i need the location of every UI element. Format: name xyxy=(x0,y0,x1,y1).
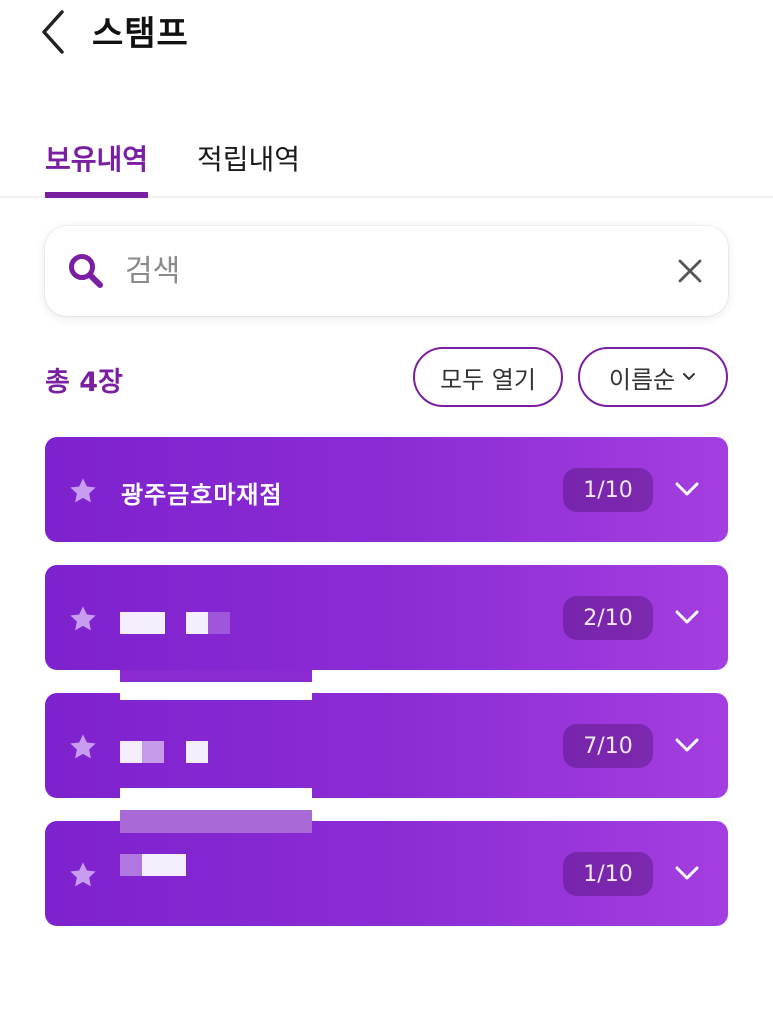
redaction-strip xyxy=(120,682,312,700)
search-input[interactable] xyxy=(125,246,665,296)
chevron-down-icon[interactable] xyxy=(673,861,701,885)
open-all-button[interactable]: 모두 열기 xyxy=(413,347,563,407)
clear-search-button[interactable] xyxy=(675,256,705,286)
stamp-count-badge: 2/10 xyxy=(563,596,653,640)
search-bar xyxy=(45,226,728,316)
tab-holdings[interactable]: 보유내역 xyxy=(45,138,149,198)
stamp-page: 스탬프 보유내역 적립내역 총 4장 모두 열기 이름순 xyxy=(0,0,773,1028)
header: 스탬프 xyxy=(0,0,773,70)
total-count: 총 4장 xyxy=(45,367,123,398)
redacted-name-block xyxy=(120,854,142,876)
stamp-card[interactable]: 광주금호마재점 1/10 xyxy=(45,437,728,542)
redacted-name-block xyxy=(142,741,164,763)
sort-label: 이름순 xyxy=(608,365,676,394)
back-button[interactable] xyxy=(30,6,74,56)
redacted-name-block xyxy=(142,854,186,876)
star-icon[interactable] xyxy=(67,731,99,763)
redacted-name-block xyxy=(120,612,165,634)
summary-row: 총 4장 모두 열기 이름순 xyxy=(0,345,773,409)
stamp-count-badge: 1/10 xyxy=(563,852,653,896)
store-name: 광주금호마재점 xyxy=(121,481,283,509)
redaction-strip xyxy=(120,810,312,833)
sort-dropdown[interactable]: 이름순 xyxy=(578,347,728,407)
star-icon[interactable] xyxy=(67,603,99,635)
stamp-count-badge: 7/10 xyxy=(563,724,653,768)
back-arrow-icon xyxy=(42,10,64,54)
tab-earning-history[interactable]: 적립내역 xyxy=(197,138,300,196)
star-icon[interactable] xyxy=(67,859,99,891)
chevron-down-icon[interactable] xyxy=(673,733,701,757)
redaction-strip xyxy=(120,670,312,682)
stamp-card[interactable]: 1/10 xyxy=(45,821,728,926)
search-icon xyxy=(69,254,103,288)
tab-bar: 보유내역 적립내역 xyxy=(0,130,773,198)
redacted-name-block xyxy=(120,741,142,763)
open-all-label: 모두 열기 xyxy=(440,365,536,394)
redacted-name-block xyxy=(186,612,208,634)
redaction-strip xyxy=(120,788,312,810)
close-icon xyxy=(678,259,702,283)
redacted-name-block xyxy=(186,741,208,763)
chevron-down-icon[interactable] xyxy=(673,605,701,629)
stamp-card[interactable]: 7/10 xyxy=(45,693,728,798)
page-title: 스탬프 xyxy=(92,14,189,54)
chevron-down-icon[interactable] xyxy=(673,477,701,501)
redacted-name-block xyxy=(208,612,230,634)
chevron-down-icon xyxy=(683,373,696,380)
stamp-card[interactable]: 2/10 xyxy=(45,565,728,670)
stamp-count-badge: 1/10 xyxy=(563,468,653,512)
star-icon[interactable] xyxy=(67,475,99,507)
